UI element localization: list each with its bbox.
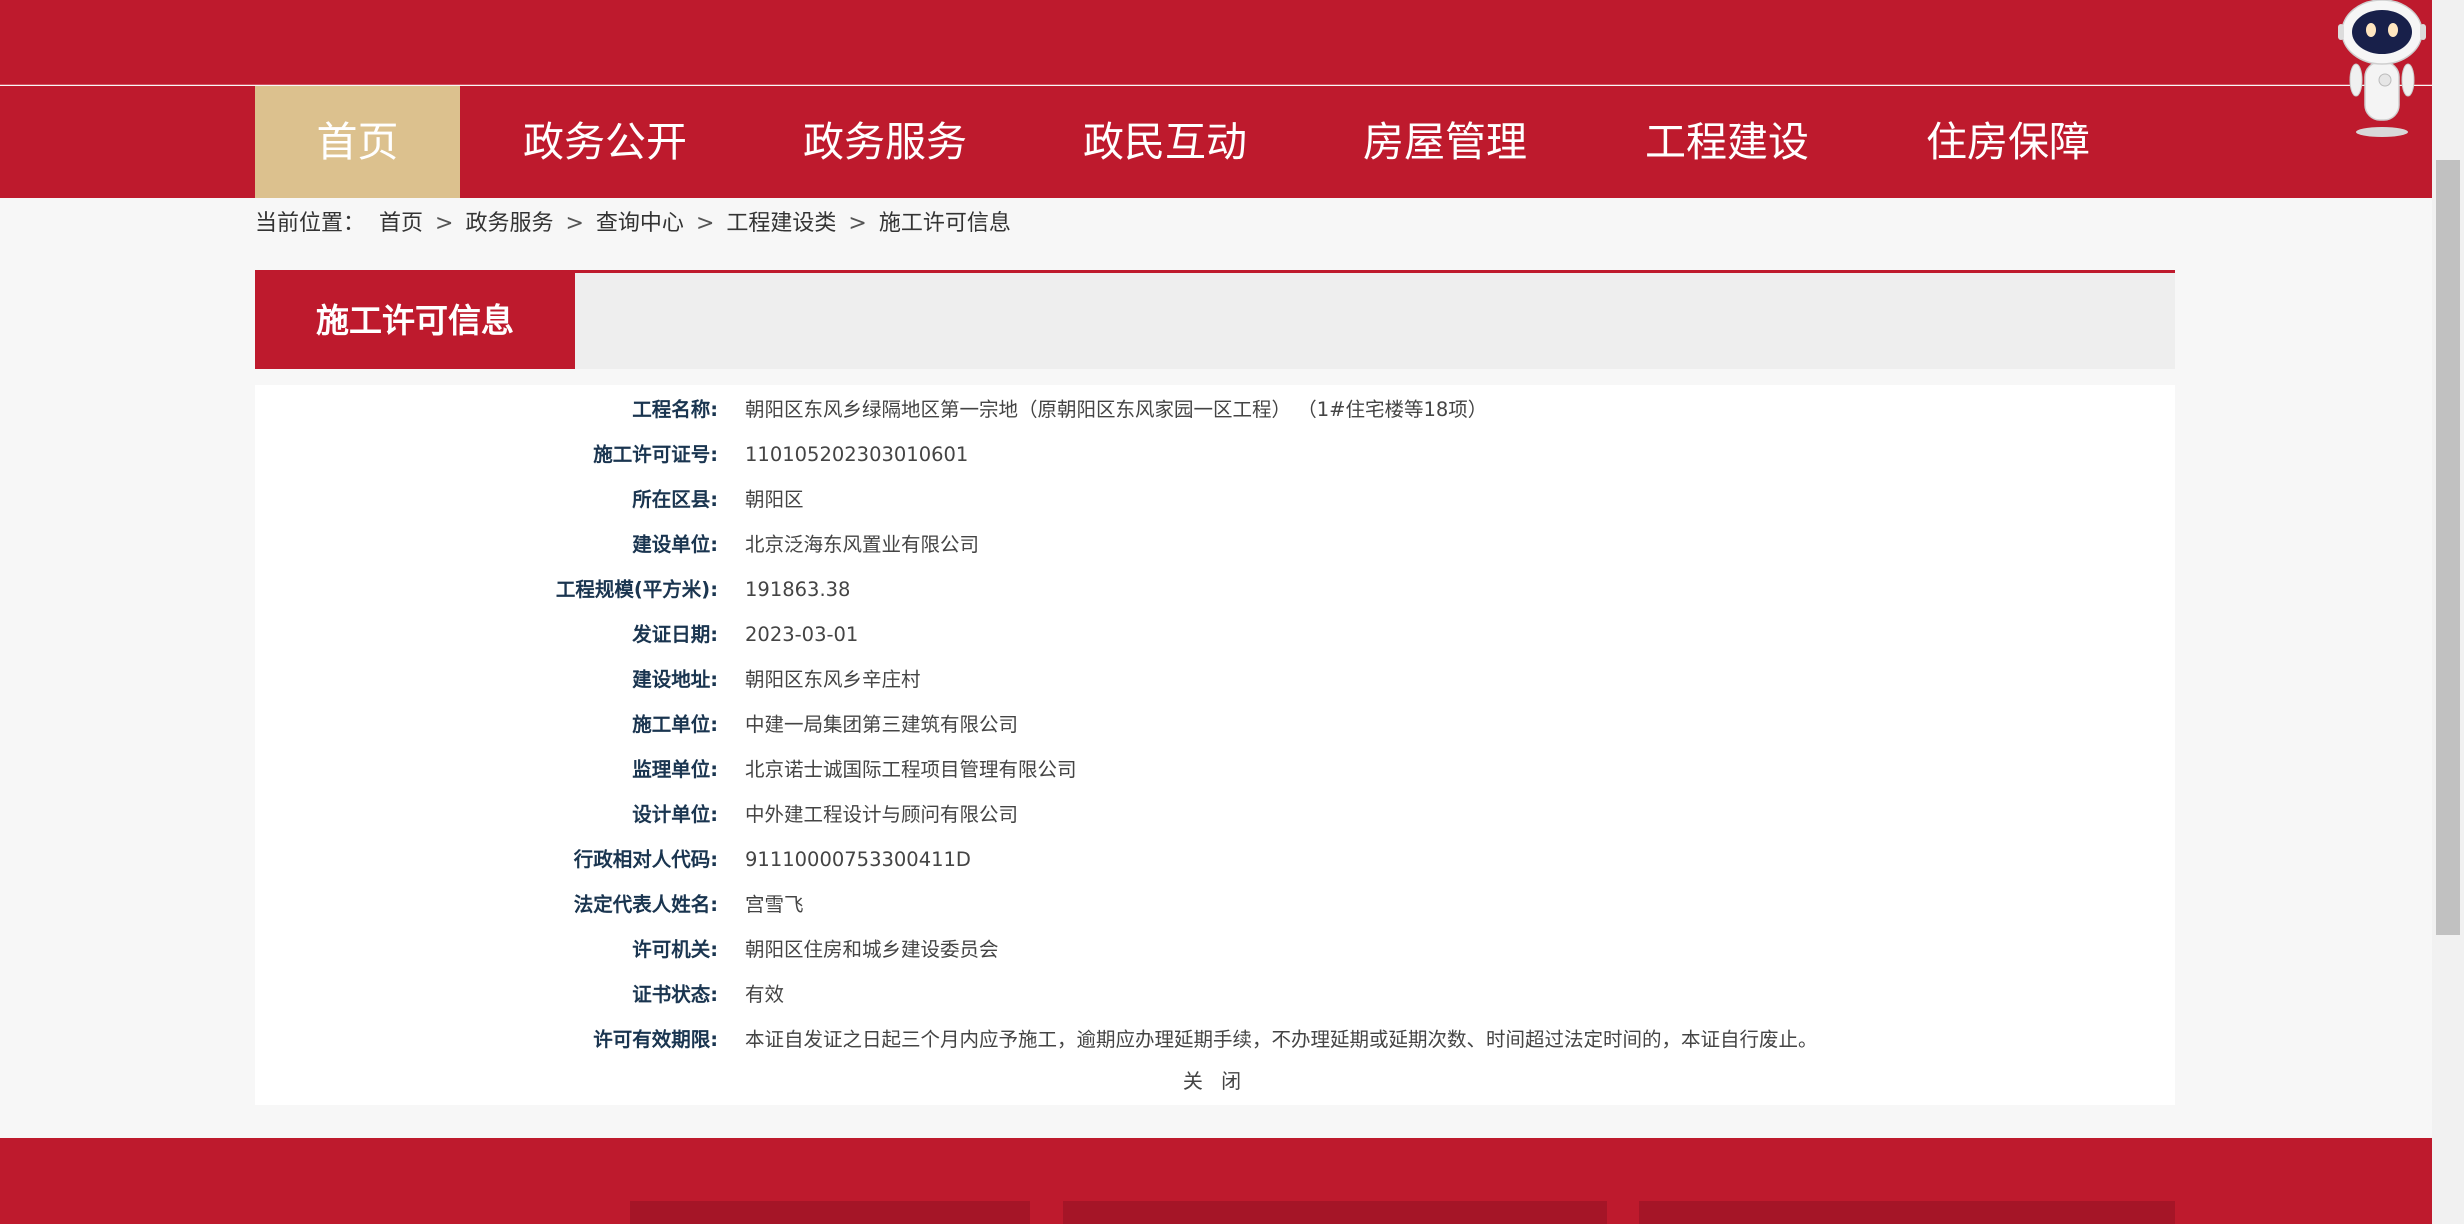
detail-row-supervisor: 监理单位: 北京诺士诚国际工程项目管理有限公司 (255, 747, 2175, 792)
footer-link-block[interactable] (1639, 1201, 2175, 1224)
detail-label: 建设单位: (632, 533, 718, 556)
breadcrumb-separator: > (695, 211, 715, 236)
detail-row-district: 所在区县: 朝阳区 (255, 477, 2175, 522)
footer-link-block[interactable] (1063, 1201, 1607, 1224)
nav-item-housing-management[interactable]: 房屋管理 (1345, 86, 1545, 198)
breadcrumb-query-center[interactable]: 查询中心 (596, 206, 684, 242)
detail-label: 工程名称: (632, 398, 718, 421)
breadcrumb-current-page[interactable]: 施工许可信息 (879, 206, 1011, 242)
detail-row-project-scale: 工程规模(平方米): 191863.38 (255, 567, 2175, 612)
breadcrumb-engineering-category[interactable]: 工程建设类 (726, 206, 836, 242)
detail-value: 朝阳区住房和城乡建设委员会 (745, 938, 999, 961)
top-banner (0, 0, 2432, 85)
main-nav: 首页 政务公开 政务服务 政民互动 房屋管理 工程建设 住房保障 (0, 86, 2432, 198)
breadcrumb-government-services[interactable]: 政务服务 (465, 206, 553, 242)
breadcrumb-separator: > (435, 211, 454, 236)
detail-label: 建设地址: (632, 668, 718, 691)
detail-label: 设计单位: (632, 803, 718, 826)
panel-title: 施工许可信息 (255, 273, 575, 369)
detail-value: 110105202303010601 (745, 443, 969, 466)
nav-item-engineering-construction[interactable]: 工程建设 (1627, 86, 1827, 198)
detail-label: 许可机关: (632, 938, 718, 961)
detail-label: 许可有效期限: (593, 1028, 718, 1051)
breadcrumb-home[interactable]: 首页 (379, 206, 423, 242)
detail-value: 2023-03-01 (745, 623, 859, 646)
robot-assistant-icon[interactable] (2332, 0, 2432, 140)
detail-row-admin-code: 行政相对人代码: 91110000753300411D (255, 837, 2175, 882)
detail-row-licensing-authority: 许可机关: 朝阳区住房和城乡建设委员会 (255, 927, 2175, 972)
nav-item-home[interactable]: 首页 (255, 86, 460, 198)
breadcrumb-separator: > (565, 211, 584, 236)
vertical-scrollbar[interactable] (2432, 0, 2464, 1224)
detail-value: 朝阳区东风乡辛庄村 (745, 668, 921, 691)
detail-row-validity-period: 许可有效期限: 本证自发证之日起三个月内应予施工，逾期应办理延期手续，不办理延期… (255, 1017, 2175, 1062)
detail-label: 证书状态: (632, 983, 718, 1006)
breadcrumb: 当前位置： 首页 > 政务服务 > 查询中心 > 工程建设类 > 施工许可信息 (255, 206, 1011, 242)
detail-row-construction-address: 建设地址: 朝阳区东风乡辛庄村 (255, 657, 2175, 702)
breadcrumb-prefix: 当前位置： (255, 211, 366, 236)
scrollbar-thumb[interactable] (2436, 160, 2460, 935)
detail-label: 行政相对人代码: (573, 848, 718, 871)
nav-item-government-services[interactable]: 政务服务 (785, 86, 985, 198)
detail-value: 朝阳区东风乡绿隔地区第一宗地（原朝阳区东风家园一区工程） （1#住宅楼等18项） (745, 398, 1488, 421)
detail-label: 发证日期: (632, 623, 718, 646)
detail-row-project-name: 工程名称: 朝阳区东风乡绿隔地区第一宗地（原朝阳区东风家园一区工程） （1#住宅… (255, 387, 2175, 432)
detail-value: 朝阳区 (745, 488, 804, 511)
detail-row-legal-representative: 法定代表人姓名: 宫雪飞 (255, 882, 2175, 927)
detail-row-certificate-status: 证书状态: 有效 (255, 972, 2175, 1017)
panel-header: 施工许可信息 (255, 270, 2175, 369)
detail-label: 工程规模(平方米): (555, 578, 718, 601)
detail-value: 191863.38 (745, 578, 851, 601)
permit-details: 工程名称: 朝阳区东风乡绿隔地区第一宗地（原朝阳区东风家园一区工程） （1#住宅… (255, 385, 2175, 1105)
detail-value: 本证自发证之日起三个月内应予施工，逾期应办理延期手续，不办理延期或延期次数、时间… (745, 1028, 1818, 1051)
nav-item-government-affairs-open[interactable]: 政务公开 (505, 86, 705, 198)
detail-label: 法定代表人姓名: (573, 893, 718, 916)
footer (0, 1138, 2432, 1224)
detail-value: 中外建工程设计与顾问有限公司 (745, 803, 1019, 826)
detail-row-developer: 建设单位: 北京泛海东风置业有限公司 (255, 522, 2175, 567)
detail-value: 宫雪飞 (745, 893, 804, 916)
detail-label: 施工单位: (632, 713, 718, 736)
detail-row-designer: 设计单位: 中外建工程设计与顾问有限公司 (255, 792, 2175, 837)
detail-row-contractor: 施工单位: 中建一局集团第三建筑有限公司 (255, 702, 2175, 747)
detail-value: 中建一局集团第三建筑有限公司 (745, 713, 1019, 736)
detail-value: 北京泛海东风置业有限公司 (745, 533, 980, 556)
detail-value: 北京诺士诚国际工程项目管理有限公司 (745, 758, 1077, 781)
detail-value: 91110000753300411D (745, 848, 971, 871)
detail-label: 所在区县: (632, 488, 718, 511)
footer-link-block[interactable] (630, 1201, 1030, 1224)
breadcrumb-separator: > (848, 211, 867, 236)
detail-label: 施工许可证号: (593, 443, 718, 466)
nav-item-citizen-interaction[interactable]: 政民互动 (1065, 86, 1265, 198)
nav-item-housing-security[interactable]: 住房保障 (1908, 86, 2108, 198)
close-button[interactable]: 关 闭 (255, 1061, 2175, 1101)
detail-row-permit-number: 施工许可证号: 110105202303010601 (255, 432, 2175, 477)
detail-row-issue-date: 发证日期: 2023-03-01 (255, 612, 2175, 657)
detail-value: 有效 (745, 983, 785, 1006)
detail-label: 监理单位: (632, 758, 718, 781)
